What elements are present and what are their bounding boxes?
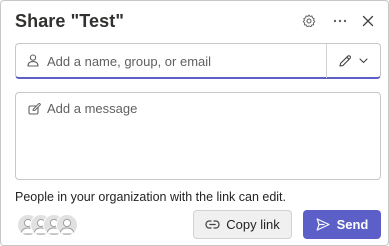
copy-link-button[interactable]: Copy link — [193, 210, 292, 239]
field-divider — [326, 44, 327, 78]
person-avatar-icon — [59, 218, 75, 235]
close-icon — [362, 15, 374, 27]
recipients-input[interactable] — [47, 50, 317, 72]
settings-button[interactable] — [298, 10, 320, 32]
recipients-field — [15, 43, 381, 79]
link-settings-text[interactable]: People in your organization with the lin… — [15, 190, 286, 204]
gear-icon — [302, 14, 316, 28]
compose-icon — [28, 103, 41, 115]
close-button[interactable] — [357, 10, 379, 32]
send-label: Send — [336, 217, 369, 232]
copy-link-label: Copy link — [226, 217, 280, 232]
share-dialog: Share "Test" Add a name, group, or email… — [0, 0, 389, 246]
more-horizontal-icon — [333, 19, 347, 23]
pencil-icon — [339, 55, 351, 67]
permission-dropdown[interactable] — [330, 48, 376, 74]
more-options-button[interactable] — [329, 10, 351, 32]
message-field — [15, 92, 381, 180]
message-input[interactable] — [47, 101, 367, 171]
dialog-title: Share "Test" — [15, 11, 124, 31]
chevron-down-icon — [359, 58, 368, 64]
send-icon — [316, 218, 330, 231]
shared-with-avatars[interactable] — [17, 214, 79, 236]
send-button[interactable]: Send — [303, 210, 381, 239]
link-icon — [205, 220, 220, 229]
avatar — [56, 214, 78, 236]
person-icon — [27, 54, 39, 67]
